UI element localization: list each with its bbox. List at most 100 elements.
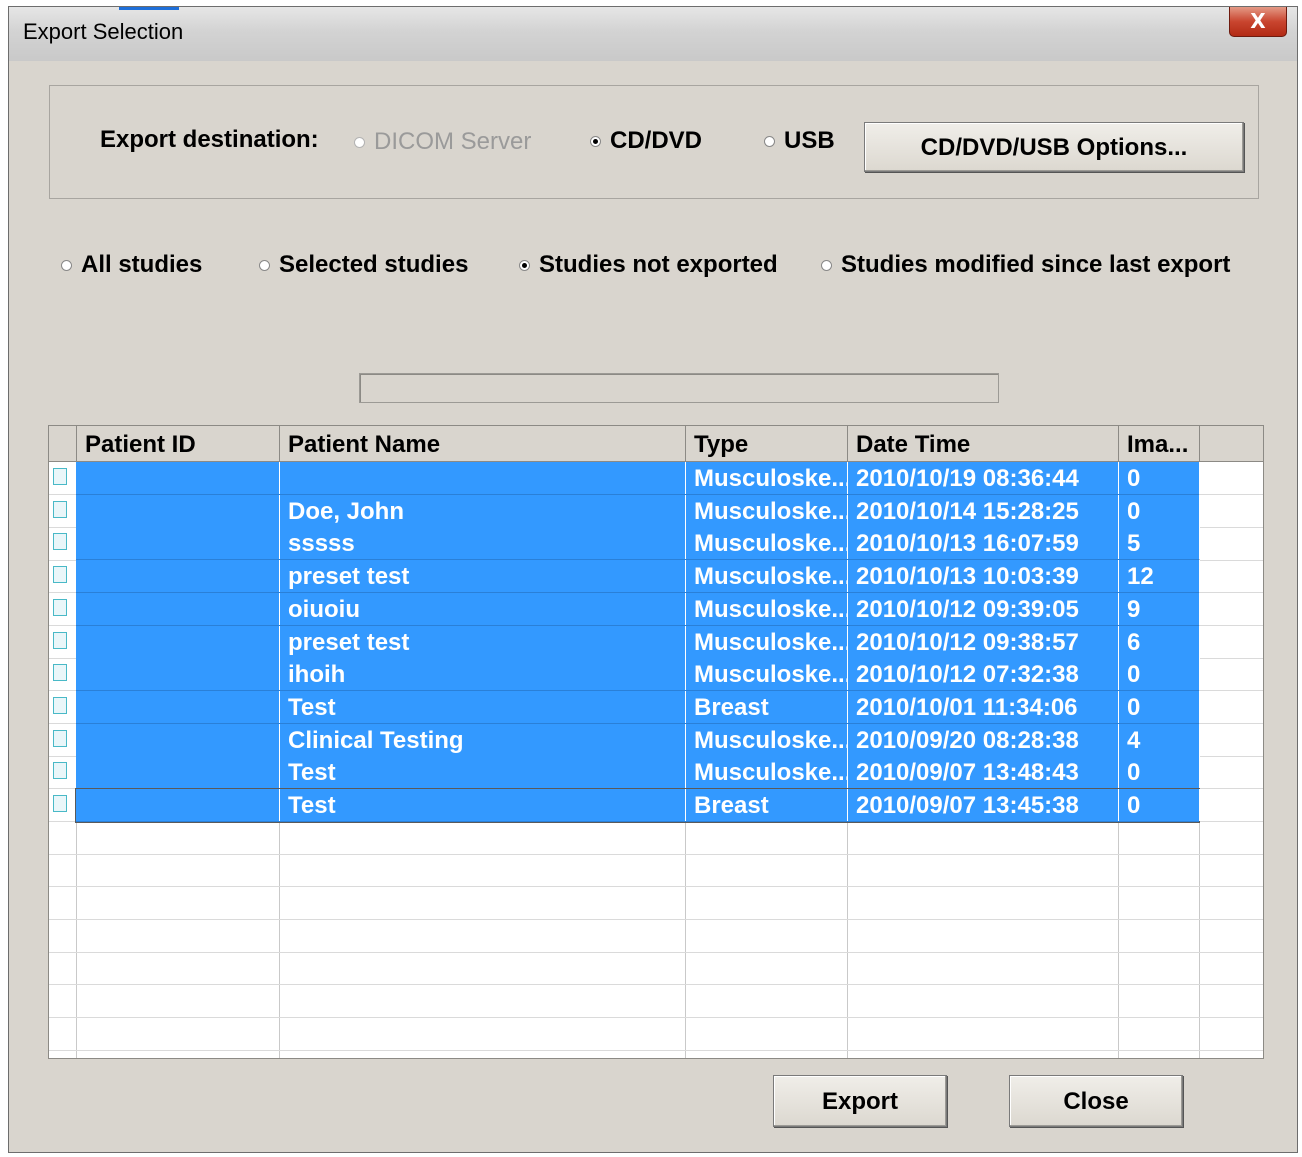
cell-patient-name: oiuoiu — [280, 592, 686, 625]
radio-dot — [354, 136, 365, 148]
radio-studies-modified[interactable]: Studies modified since last export — [821, 251, 1230, 279]
cell-patient-id — [77, 690, 280, 723]
cd-dvd-usb-options-button[interactable]: CD/DVD/USB Options... — [864, 122, 1244, 172]
studies-table[interactable]: Patient ID Patient Name Type Date Time I… — [48, 425, 1264, 1059]
table-row[interactable]: preset test Musculoske... 2010/10/12 09:38… — [49, 625, 1200, 659]
cell-date-time: 2010/10/12 09:39:05 — [848, 592, 1119, 625]
cell-patient-id — [77, 592, 280, 625]
radio-label: Studies modified since last export — [841, 251, 1231, 278]
row-checkbox[interactable] — [53, 664, 67, 682]
close-button[interactable]: Close — [1009, 1075, 1183, 1127]
radio-label: CD/DVD — [610, 127, 703, 154]
table-row[interactable]: sssss Musculoske... 2010/10/13 16:07:59 5 — [49, 527, 1200, 561]
cell-type: Musculoske... — [686, 625, 848, 658]
table-row[interactable]: Test Breast 2010/09/07 13:45:38 0 — [49, 788, 1200, 823]
cell-patient-name: preset test — [280, 625, 686, 658]
table-row[interactable]: Musculoske... 2010/10/19 08:36:44 0 — [49, 462, 1200, 495]
radio-dot — [821, 259, 832, 271]
radio-label: DICOM Server — [374, 128, 532, 155]
cell-type: Musculoske... — [686, 560, 848, 593]
row-checkbox[interactable] — [53, 533, 67, 551]
cell-date-time: 2010/10/14 15:28:25 — [848, 494, 1119, 527]
cell-images: 0 — [1119, 690, 1200, 723]
row-checkbox[interactable] — [53, 566, 67, 584]
cell-type: Musculoske... — [686, 494, 848, 527]
table-row[interactable]: Test Musculoske... 2010/09/07 13:48:43 0 — [49, 756, 1200, 790]
row-checkbox[interactable] — [53, 500, 67, 518]
cell-date-time: 2010/10/13 10:03:39 — [848, 560, 1119, 593]
export-progress-bar — [359, 373, 999, 403]
cell-patient-name: ihoih — [280, 658, 686, 691]
radio-dot — [61, 259, 72, 271]
cell-date-time: 2010/10/13 16:07:59 — [848, 527, 1119, 560]
cell-images: 12 — [1119, 560, 1200, 593]
radio-studies-not-exported[interactable]: Studies not exported — [519, 251, 778, 279]
cell-images: 0 — [1119, 658, 1200, 691]
cell-patient-id — [77, 462, 280, 494]
row-checkbox[interactable] — [53, 729, 67, 747]
cell-patient-name: Test — [280, 789, 686, 821]
close-window-button[interactable]: X — [1229, 7, 1287, 37]
cell-date-time: 2010/09/07 13:45:38 — [848, 789, 1119, 821]
cell-type: Musculoske... — [686, 462, 848, 494]
cell-date-time: 2010/09/20 08:28:38 — [848, 723, 1119, 756]
cell-images: 5 — [1119, 527, 1200, 560]
cell-type: Breast — [686, 690, 848, 723]
table-row[interactable]: Clinical Testing Musculoske... 2010/09/20 … — [49, 723, 1200, 757]
radio-usb[interactable]: USB — [764, 127, 835, 155]
radio-cd-dvd[interactable]: CD/DVD — [590, 127, 702, 155]
table-row[interactable]: preset test Musculoske... 2010/10/13 10:03… — [49, 560, 1200, 594]
column-header-date-time[interactable]: Date Time — [848, 426, 1119, 462]
radio-all-studies[interactable]: All studies — [61, 251, 202, 279]
cell-type: Musculoske... — [686, 723, 848, 756]
cell-date-time: 2010/10/19 08:36:44 — [848, 462, 1119, 494]
cell-patient-id — [77, 494, 280, 527]
export-destination-label: Export destination: — [100, 126, 319, 153]
cell-patient-id — [77, 756, 280, 789]
cell-images: 9 — [1119, 592, 1200, 625]
cell-patient-id — [77, 527, 280, 560]
export-selection-dialog: Export Selection X Export destination: D… — [8, 6, 1298, 1153]
cell-patient-name: Test — [280, 756, 686, 789]
row-checkbox[interactable] — [53, 762, 67, 780]
row-checkbox[interactable] — [53, 468, 67, 485]
cell-date-time: 2010/10/12 07:32:38 — [848, 658, 1119, 691]
dialog-body: Export destination: DICOM Server CD/DVD … — [13, 61, 1293, 1148]
radio-label: Selected studies — [279, 251, 469, 278]
cell-patient-name: Test — [280, 690, 686, 723]
radio-dicom-server[interactable]: DICOM Server — [354, 128, 531, 156]
cell-patient-name: Doe, John — [280, 494, 686, 527]
cell-images: 6 — [1119, 625, 1200, 658]
row-checkbox[interactable] — [53, 598, 67, 616]
cell-patient-id — [77, 625, 280, 658]
cell-patient-id — [77, 723, 280, 756]
row-checkbox[interactable] — [53, 696, 67, 714]
cell-date-time: 2010/10/01 11:34:06 — [848, 690, 1119, 723]
table-row[interactable]: Test Breast 2010/10/01 11:34:06 0 — [49, 690, 1200, 724]
cell-images: 4 — [1119, 723, 1200, 756]
column-header-patient-name[interactable]: Patient Name — [280, 426, 686, 462]
table-row[interactable]: ihoih Musculoske... 2010/10/12 07:32:38 0 — [49, 658, 1200, 692]
table-row[interactable]: Doe, John Musculoske... 2010/10/14 15:28:2… — [49, 494, 1200, 528]
radio-selected-studies[interactable]: Selected studies — [259, 251, 468, 279]
title-bar[interactable]: Export Selection X — [9, 7, 1297, 61]
cell-type: Musculoske... — [686, 658, 848, 691]
cell-images: 0 — [1119, 494, 1200, 527]
row-checkbox[interactable] — [53, 795, 67, 812]
destination-group: Export destination: DICOM Server CD/DVD … — [49, 85, 1259, 199]
column-header-images[interactable]: Ima... — [1119, 426, 1200, 462]
table-row[interactable]: oiuoiu Musculoske... 2010/10/12 09:39:05 9 — [49, 592, 1200, 626]
column-header-patient-id[interactable]: Patient ID — [77, 426, 280, 462]
cell-type: Musculoske... — [686, 527, 848, 560]
row-checkbox[interactable] — [53, 631, 67, 649]
cell-images: 0 — [1119, 789, 1200, 821]
checkbox-column-header[interactable] — [49, 426, 77, 462]
cell-type: Musculoske... — [686, 756, 848, 789]
cell-patient-name: sssss — [280, 527, 686, 560]
export-button[interactable]: Export — [773, 1075, 947, 1127]
column-header-type[interactable]: Type — [686, 426, 848, 462]
cell-patient-id — [77, 789, 280, 821]
cell-patient-name — [280, 462, 686, 494]
radio-label: Studies not exported — [539, 251, 778, 278]
radio-label: USB — [784, 127, 835, 154]
